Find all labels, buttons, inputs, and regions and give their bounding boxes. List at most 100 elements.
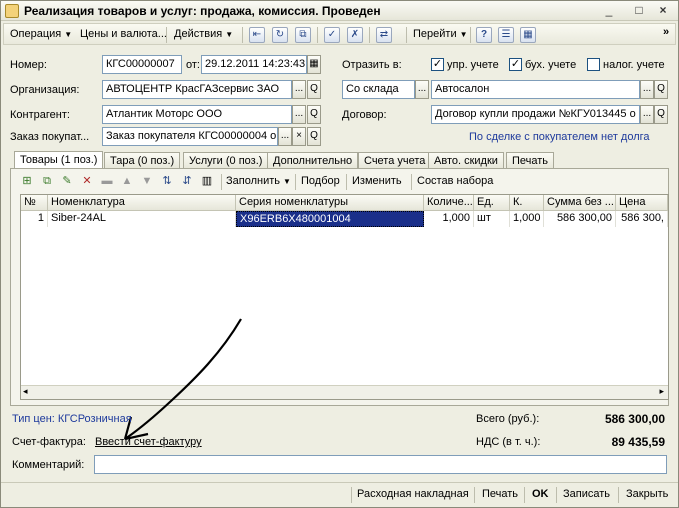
order-select-button[interactable]: ... — [278, 127, 292, 146]
organization-field[interactable]: АВТОЦЕНТР КрасГАЗсервис ЗАО — [102, 80, 292, 99]
col-header-unit[interactable]: Ед. — [474, 195, 510, 211]
copy-row-icon[interactable]: ⧉ — [39, 173, 55, 189]
organization-search-icon[interactable]: Q — [307, 80, 321, 99]
move-down-icon[interactable]: ▼ — [139, 173, 155, 189]
tax-accounting-label: налог. учете — [603, 59, 665, 71]
sort-asc-icon[interactable]: ⇅ — [159, 173, 175, 189]
help-icon[interactable]: ? — [476, 27, 492, 43]
post-and-close-icon[interactable]: ⇤ — [249, 27, 265, 43]
book-accounting-checkbox[interactable]: ✓ — [509, 58, 522, 71]
tab-accounts[interactable]: Счета учета — [358, 152, 432, 169]
date-field[interactable]: 29.12.2011 14:23:43 — [201, 55, 307, 74]
ok-button[interactable]: OK — [532, 488, 549, 500]
organization-select-button[interactable]: ... — [292, 80, 306, 99]
toolbar-divider — [166, 27, 167, 43]
delete-row-icon[interactable]: ✕ — [79, 173, 95, 189]
unpost-icon[interactable]: ✗ — [347, 27, 363, 43]
tab-services[interactable]: Услуги (0 поз.) — [183, 152, 269, 169]
scroll-left-icon[interactable]: ◂ — [23, 386, 28, 397]
copy-document-icon[interactable]: ⧉ — [295, 27, 311, 43]
close-form-button[interactable]: Закрыть — [626, 488, 668, 500]
warehouse-select-button[interactable]: ... — [640, 80, 654, 99]
tab-print[interactable]: Печать — [506, 152, 555, 169]
structure-icon[interactable]: ⇄ — [376, 27, 392, 43]
number-field[interactable]: КГС00000007 — [102, 55, 182, 74]
counterparty-label: Контрагент: — [10, 109, 70, 121]
comment-field[interactable] — [94, 455, 667, 474]
tab-containers[interactable]: Тара (0 поз.) — [104, 152, 181, 169]
fill-menu[interactable]: Заполнить ▼ — [226, 175, 291, 187]
cell-coef[interactable]: 1,000 — [510, 211, 544, 227]
maximize-button[interactable]: □ — [631, 3, 647, 18]
end-edit-icon[interactable]: ▬ — [99, 173, 115, 189]
actions-menu[interactable]: Действия ▼ — [174, 28, 233, 40]
operation-menu[interactable]: Операция ▼ — [10, 28, 72, 40]
toolbar-overflow-button[interactable]: » — [663, 26, 669, 38]
change-button[interactable]: Изменить — [352, 175, 402, 187]
form-settings-icon[interactable]: ▦ — [520, 27, 536, 43]
tab-auto-discounts[interactable]: Авто. скидки — [428, 152, 504, 169]
col-header-price[interactable]: Цена — [616, 195, 668, 211]
cell-sum[interactable]: 586 300,00 — [544, 211, 616, 227]
enter-invoice-link[interactable]: Ввести счет-фактуру — [95, 436, 202, 448]
cell-unit[interactable]: шт — [474, 211, 510, 227]
contract-field[interactable]: Договор купли продажи №КГУ013445 о — [431, 105, 640, 124]
sort-desc-icon[interactable]: ⇵ — [179, 173, 195, 189]
cell-item[interactable]: Siber-24AL — [48, 211, 236, 227]
vat-value: 89 435,59 — [611, 435, 665, 449]
warehouse-type-select-button[interactable]: ... — [415, 80, 429, 99]
warehouse-type-select[interactable]: Со склада — [342, 80, 415, 99]
tab-additional[interactable]: Дополнительно — [267, 152, 359, 169]
price-type-link[interactable]: Тип цен: КГСРозничная — [12, 413, 132, 425]
minimize-button[interactable]: _ — [601, 3, 617, 18]
total-label: Всего (руб.): — [476, 413, 540, 425]
order-clear-icon[interactable]: × — [292, 127, 306, 146]
cell-quantity[interactable]: 1,000 — [424, 211, 474, 227]
main-toolbar: Операция ▼ Цены и валюта... Действия ▼ ⇤ ↻… — [3, 23, 676, 45]
move-up-icon[interactable]: ▲ — [119, 173, 135, 189]
set-composition-button[interactable]: Состав набора — [417, 175, 493, 187]
cell-series[interactable]: X96ERB6X480001004 — [236, 211, 424, 227]
debt-status-link[interactable]: По сделке с покупателем нет долга — [469, 131, 650, 143]
col-header-coef[interactable]: К. — [510, 195, 544, 211]
print-button[interactable]: Печать — [482, 488, 518, 500]
post-icon[interactable]: ✓ — [324, 27, 340, 43]
col-header-series[interactable]: Серия номенклатуры — [236, 195, 424, 211]
mgmt-accounting-checkbox[interactable]: ✓ — [431, 58, 444, 71]
book-accounting-label: бух. учете — [525, 59, 577, 71]
list-settings-icon[interactable]: ☰ — [498, 27, 514, 43]
document-window: Реализация товаров и услуг: продажа, ком… — [0, 0, 679, 508]
calendar-icon[interactable]: ▦ — [307, 55, 321, 74]
counterparty-select-button[interactable]: ... — [292, 105, 306, 124]
barcode-icon[interactable]: ▥ — [199, 173, 215, 189]
contract-search-icon[interactable]: Q — [654, 105, 668, 124]
save-button[interactable]: Записать — [563, 488, 610, 500]
total-value: 586 300,00 — [604, 412, 665, 426]
scroll-right-icon[interactable]: ▸ — [659, 386, 664, 397]
counterparty-field[interactable]: Атлантик Моторс ООО — [102, 105, 292, 124]
col-header-sum[interactable]: Сумма без ... — [544, 195, 616, 211]
organization-label: Организация: — [10, 84, 80, 96]
edit-row-icon[interactable]: ✎ — [59, 173, 75, 189]
add-row-icon[interactable]: ⊞ — [19, 173, 35, 189]
refresh-icon[interactable]: ↻ — [272, 27, 288, 43]
col-header-number[interactable]: № — [21, 195, 48, 211]
warehouse-field[interactable]: Автосалон — [431, 80, 640, 99]
col-header-quantity[interactable]: Количе... — [424, 195, 474, 211]
order-search-icon[interactable]: Q — [307, 127, 321, 146]
command-divider — [524, 487, 525, 503]
close-button[interactable]: × — [655, 3, 671, 18]
go-to-menu[interactable]: Перейти ▼ — [413, 28, 468, 40]
cell-price[interactable]: 586 300, — [616, 211, 668, 227]
number-label: Номер: — [10, 59, 47, 71]
pick-button[interactable]: Подбор — [301, 175, 340, 187]
cell-number[interactable]: 1 — [21, 211, 48, 227]
order-field[interactable]: Заказ покупателя КГС00000004 о — [102, 127, 278, 146]
tax-accounting-checkbox[interactable] — [587, 58, 600, 71]
waybill-button[interactable]: Расходная накладная — [357, 488, 469, 500]
warehouse-search-icon[interactable]: Q — [654, 80, 668, 99]
prices-currency-button[interactable]: Цены и валюта... — [80, 28, 167, 40]
contract-select-button[interactable]: ... — [640, 105, 654, 124]
col-header-item[interactable]: Номенклатура — [48, 195, 236, 211]
counterparty-search-icon[interactable]: Q — [307, 105, 321, 124]
